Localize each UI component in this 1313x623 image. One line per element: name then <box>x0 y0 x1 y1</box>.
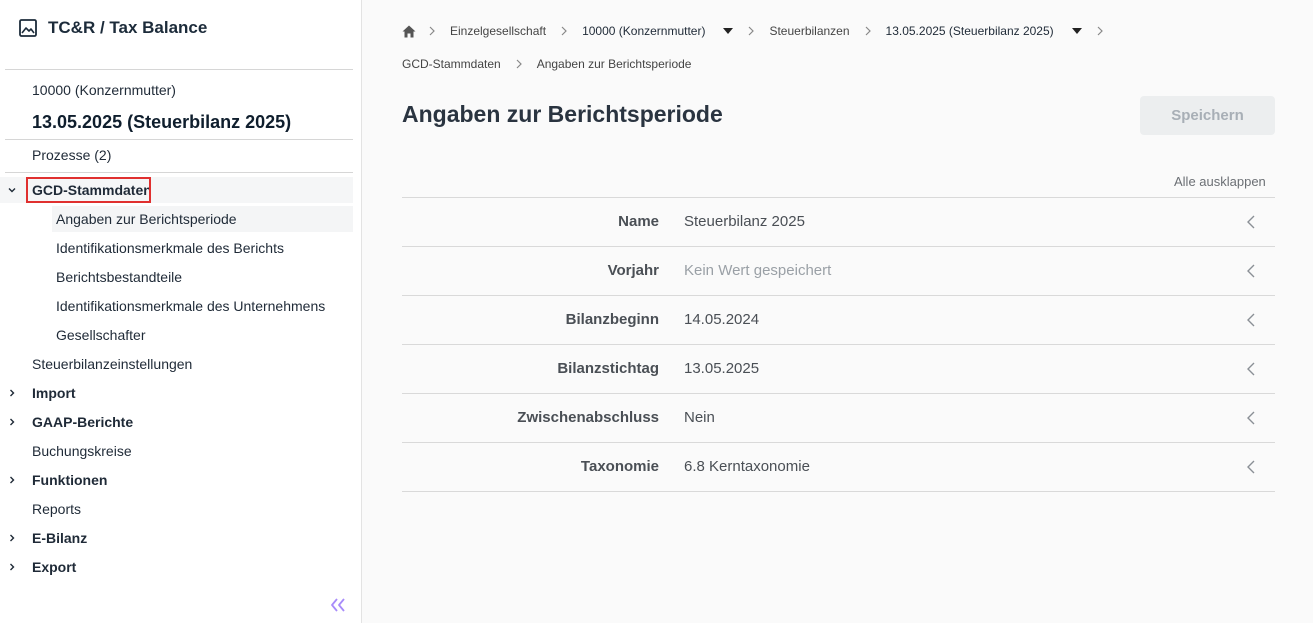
chevron-right-icon <box>7 388 17 398</box>
sidebar: TC&R / Tax Balance 10000 (Konzernmutter)… <box>0 0 362 623</box>
sidebar-subitem-identifikation-bericht[interactable]: Identifikationsmerkmale des Berichts <box>0 235 353 261</box>
image-icon <box>19 19 37 37</box>
breadcrumb: Einzelgesellschaft 10000 (Konzernmutter)… <box>402 21 1118 41</box>
sidebar-item-label: Identifikationsmerkmale des Unternehmens <box>56 298 326 314</box>
field-row-name[interactable]: Name Steuerbilanz 2025 <box>402 198 1275 247</box>
sidebar-item-label: Buchungskreise <box>32 443 132 459</box>
chevron-right-icon <box>560 26 568 36</box>
field-label: Bilanzbeginn <box>565 311 659 328</box>
sidebar-item-gaap-berichte[interactable]: GAAP-Berichte <box>0 409 353 435</box>
chevron-left-icon[interactable] <box>1243 262 1259 280</box>
sidebar-subitem-angaben-berichtsperiode[interactable]: Angaben zur Berichtsperiode <box>52 206 353 232</box>
sidebar-item-reports[interactable]: Reports <box>0 496 353 522</box>
sidebar-item-steuerbilanzeinstellungen[interactable]: Steuerbilanzeinstellungen <box>0 351 353 377</box>
chevron-right-icon <box>7 533 17 543</box>
divider <box>5 139 353 140</box>
chevron-right-icon <box>1096 26 1104 36</box>
sidebar-subitem-gesellschafter[interactable]: Gesellschafter <box>0 322 353 348</box>
sidebar-item-label: Angaben zur Berichtsperiode <box>56 211 237 227</box>
collapse-sidebar-button[interactable] <box>327 594 349 616</box>
field-label: Zwischenabschluss <box>517 409 659 426</box>
home-icon[interactable] <box>402 25 416 38</box>
sidebar-item-label: Prozesse (2) <box>32 147 112 163</box>
field-label: Taxonomie <box>580 458 659 475</box>
chevron-left-icon[interactable] <box>1243 360 1259 378</box>
field-value: Kein Wert gespeichert <box>684 262 832 279</box>
field-value: Nein <box>684 409 715 426</box>
field-value: 14.05.2024 <box>684 311 760 328</box>
breadcrumb-entity[interactable]: 10000 (Konzernmutter) <box>582 24 705 38</box>
field-row-zwischenabschluss[interactable]: Zwischenabschluss Nein <box>402 394 1275 443</box>
field-label: Vorjahr <box>607 262 659 279</box>
breadcrumb-row-2: GCD-Stammdaten Angaben zur Berichtsperio… <box>402 54 699 74</box>
breadcrumb-einzelgesellschaft[interactable]: Einzelgesellschaft <box>450 24 546 38</box>
divider <box>5 172 353 173</box>
chevron-right-icon <box>515 59 523 69</box>
chevron-right-icon <box>747 26 755 36</box>
breadcrumb-steuerbilanzen[interactable]: Steuerbilanzen <box>769 24 849 38</box>
app-title: TC&R / Tax Balance <box>18 18 207 38</box>
field-value: 6.8 Kerntaxonomie <box>684 458 810 475</box>
sidebar-item-label: Steuerbilanzeinstellungen <box>32 356 193 372</box>
sidebar-item-buchungskreise[interactable]: Buchungskreise <box>0 438 353 464</box>
sidebar-item-label: Reports <box>32 501 82 517</box>
chevron-right-icon <box>7 562 17 572</box>
field-label: Bilanzstichtag <box>557 360 659 377</box>
sidebar-subitem-identifikation-unternehmen[interactable]: Identifikationsmerkmale des Unternehmens <box>0 293 353 319</box>
breadcrumb-period[interactable]: 13.05.2025 (Steuerbilanz 2025) <box>886 24 1054 38</box>
field-row-vorjahr[interactable]: Vorjahr Kein Wert gespeichert <box>402 247 1275 296</box>
breadcrumb-gcd-stammdaten[interactable]: GCD-Stammdaten <box>402 57 501 71</box>
double-chevron-left-icon <box>331 598 345 612</box>
sidebar-item-label: Funktionen <box>32 472 108 488</box>
sidebar-item-label: Berichtsbestandteile <box>56 269 183 285</box>
highlight-box <box>26 177 151 203</box>
field-row-taxonomie[interactable]: Taxonomie 6.8 Kerntaxonomie <box>402 443 1275 492</box>
chevron-right-icon <box>864 26 872 36</box>
page-title: Angaben zur Berichtsperiode <box>402 101 723 127</box>
sidebar-item-label: GAAP-Berichte <box>32 414 134 430</box>
caret-down-icon[interactable] <box>1071 28 1082 34</box>
entity-name: 10000 (Konzernmutter) <box>32 82 176 98</box>
chevron-right-icon <box>7 475 17 485</box>
sidebar-item-label: Gesellschafter <box>56 327 146 343</box>
chevron-right-icon <box>7 417 17 427</box>
chevron-left-icon[interactable] <box>1243 458 1259 476</box>
field-label: Name <box>618 213 659 230</box>
app-title-text: TC&R / Tax Balance <box>48 18 208 37</box>
sidebar-item-funktionen[interactable]: Funktionen <box>0 467 353 493</box>
field-row-bilanzstichtag[interactable]: Bilanzstichtag 13.05.2025 <box>402 345 1275 394</box>
sidebar-subitem-berichtsbestandteile[interactable]: Berichtsbestandteile <box>0 264 353 290</box>
sidebar-item-import[interactable]: Import <box>0 380 353 406</box>
sidebar-item-export[interactable]: Export <box>0 554 353 580</box>
field-row-bilanzbeginn[interactable]: Bilanzbeginn 14.05.2024 <box>402 296 1275 345</box>
field-value: 13.05.2025 <box>684 360 760 377</box>
breadcrumb-current: Angaben zur Berichtsperiode <box>536 57 692 71</box>
sidebar-item-label: Export <box>32 559 77 575</box>
divider <box>5 69 353 70</box>
fields-table: Name Steuerbilanz 2025 Vorjahr Kein Wert… <box>402 197 1275 492</box>
field-value: Steuerbilanz 2025 <box>684 213 805 230</box>
caret-down-icon[interactable] <box>723 28 734 34</box>
chevron-down-icon <box>7 185 17 195</box>
sidebar-item-label: Identifikationsmerkmale des Berichts <box>56 240 284 256</box>
chevron-left-icon[interactable] <box>1243 409 1259 427</box>
save-button[interactable]: Speichern <box>1140 96 1275 135</box>
sidebar-item-prozesse[interactable]: Prozesse (2) <box>0 142 353 168</box>
chevron-left-icon[interactable] <box>1243 311 1259 329</box>
sidebar-item-e-bilanz[interactable]: E-Bilanz <box>0 525 353 551</box>
expand-all-link[interactable]: Alle ausklappen <box>1174 174 1266 189</box>
period-title: 13.05.2025 (Steuerbilanz 2025) <box>32 112 292 132</box>
sidebar-item-label: Import <box>32 385 76 401</box>
sidebar-item-label: E-Bilanz <box>32 530 88 546</box>
chevron-right-icon <box>428 26 436 36</box>
chevron-left-icon[interactable] <box>1243 213 1259 231</box>
